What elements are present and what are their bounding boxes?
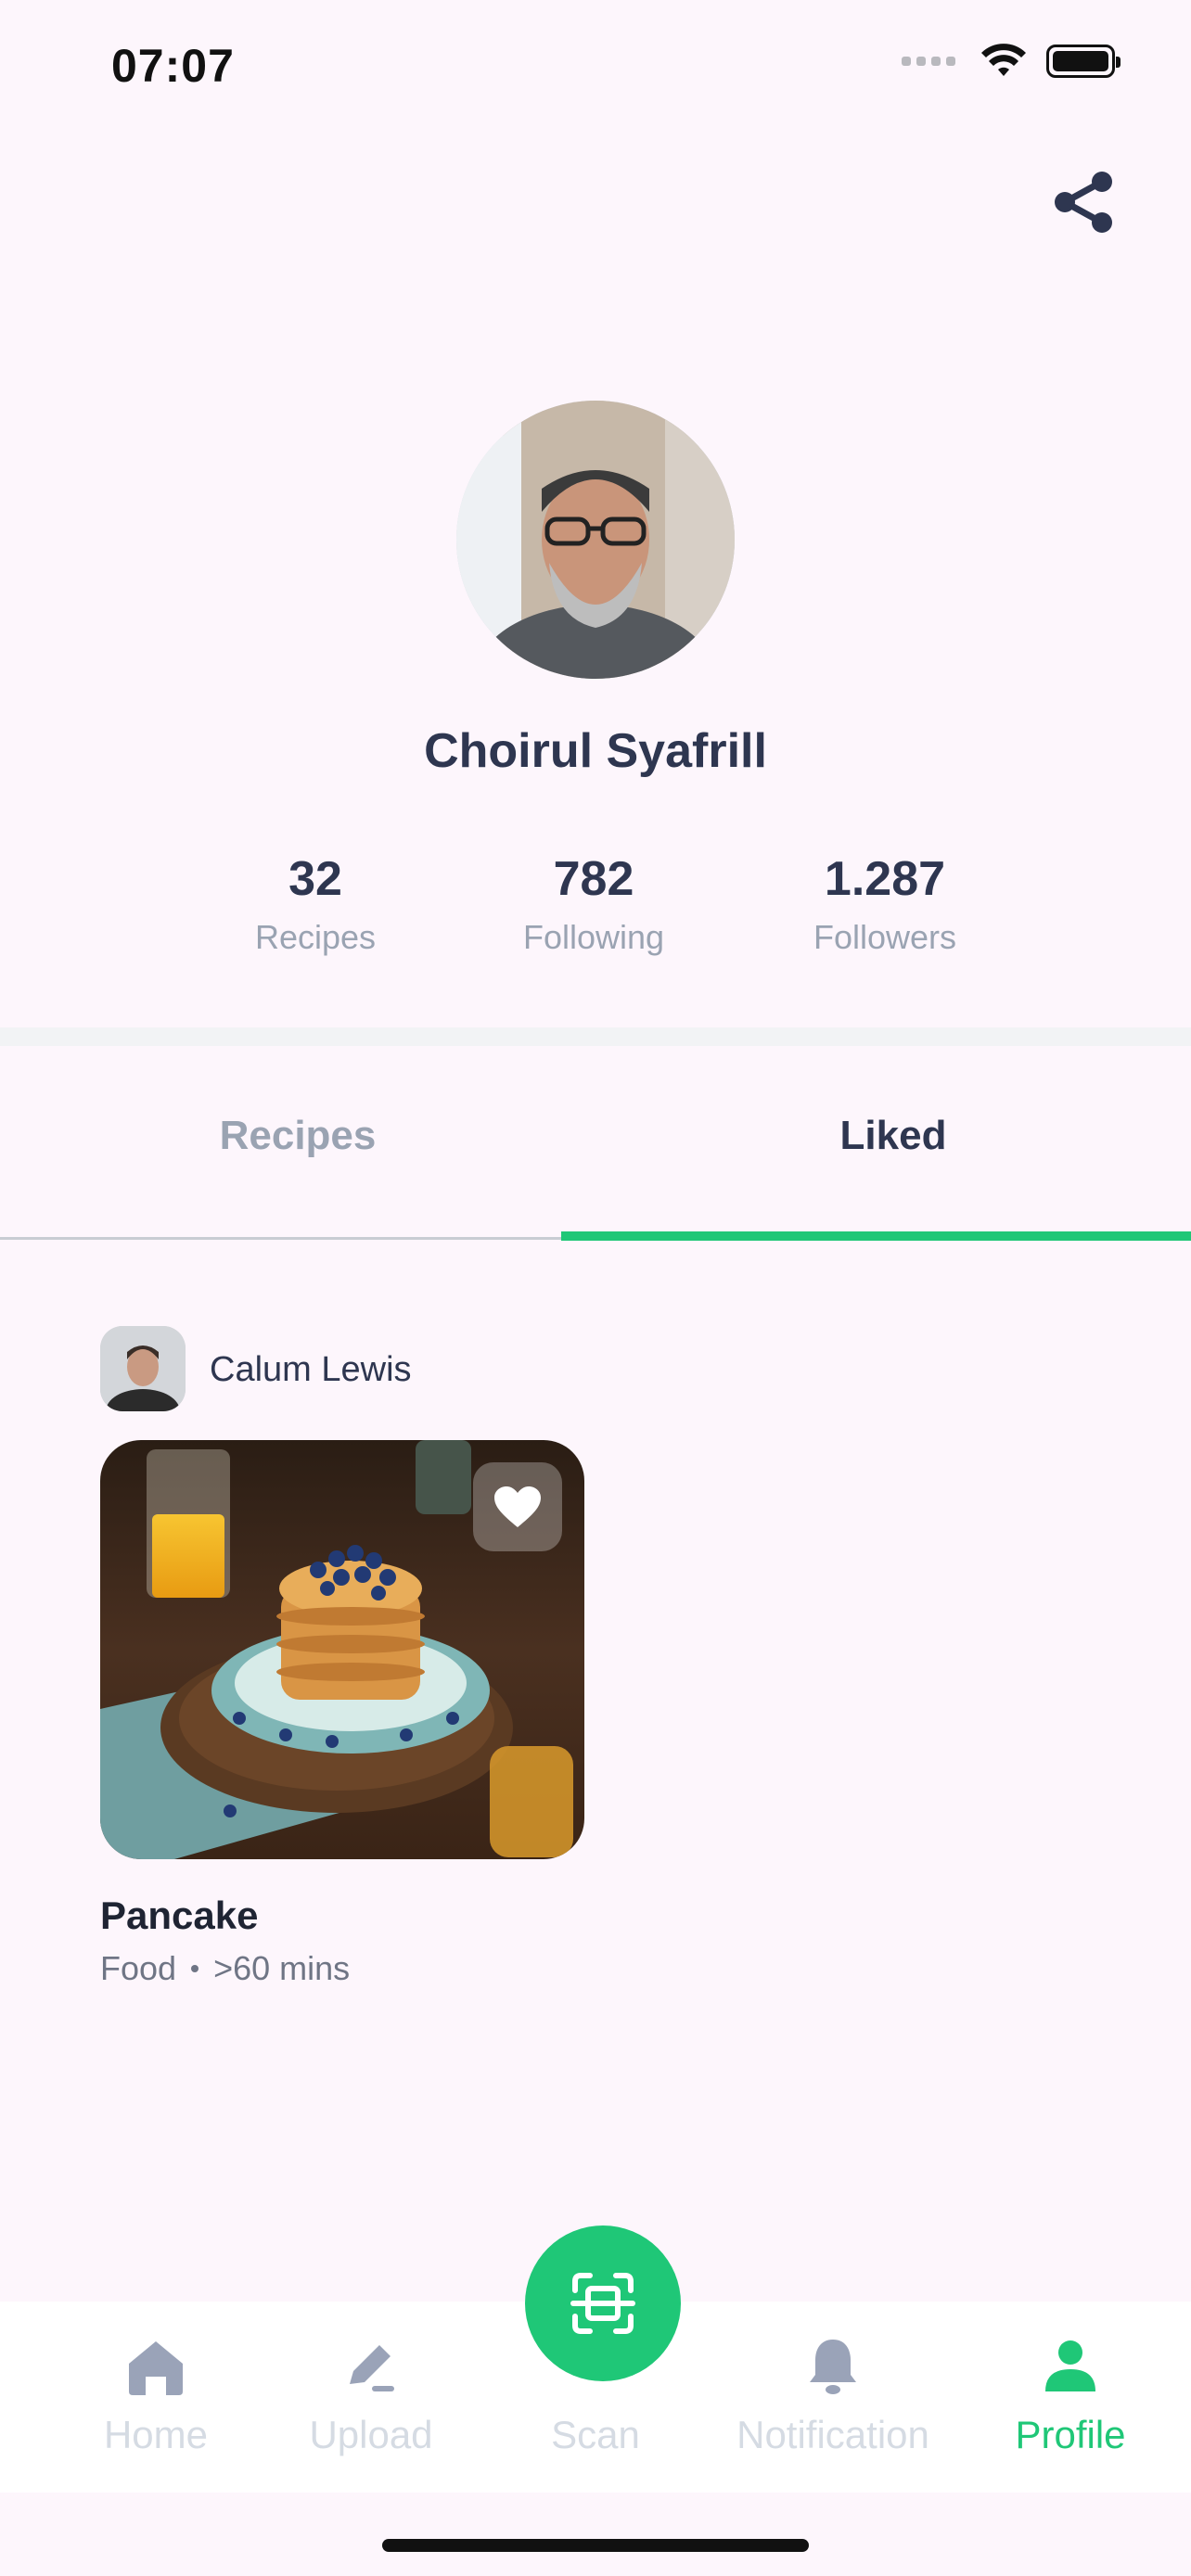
stat-label: Followers xyxy=(813,918,957,956)
nav-home[interactable]: Home xyxy=(45,2302,267,2493)
separator-dot xyxy=(191,1965,199,1972)
home-icon xyxy=(129,2341,183,2395)
scan-button[interactable] xyxy=(525,2225,681,2381)
nav-label: Profile xyxy=(1015,2413,1126,2456)
stat-value: 32 xyxy=(288,852,342,906)
heart-icon xyxy=(494,1486,541,1527)
nav-label: Scan xyxy=(551,2413,640,2456)
profile-name: Choirul Syafrill xyxy=(424,724,767,778)
recipe-title[interactable]: Pancake xyxy=(100,1894,258,1938)
recipe-category: Food xyxy=(100,1949,177,1987)
status-icons xyxy=(902,43,1121,80)
tab-recipes[interactable]: Recipes xyxy=(0,1113,596,1159)
author-name[interactable]: Calum Lewis xyxy=(210,1350,412,1390)
author-photo xyxy=(100,1326,186,1411)
wifi-icon xyxy=(981,44,1026,76)
status-time: 07:07 xyxy=(111,40,235,92)
nav-upload[interactable]: Upload xyxy=(260,2302,482,2493)
stat-value: 1.287 xyxy=(824,852,946,906)
profile-avatar xyxy=(456,401,735,679)
profile-icon xyxy=(1045,2340,1095,2391)
stat-label: Following xyxy=(522,918,665,956)
battery-icon xyxy=(1046,45,1121,78)
home-indicator xyxy=(382,2539,809,2552)
profile-tabs: Recipes Liked xyxy=(0,1113,1191,1243)
tab-liked[interactable]: Liked xyxy=(596,1113,1191,1159)
bell-icon xyxy=(810,2340,856,2394)
nav-label: Upload xyxy=(309,2413,433,2456)
share-icon[interactable] xyxy=(1048,167,1119,237)
nav-notification[interactable]: Notification xyxy=(722,2302,944,2493)
stat-following[interactable]: 782 Following xyxy=(473,851,714,957)
nav-profile[interactable]: Profile xyxy=(959,2302,1182,2493)
edit-pencil-icon xyxy=(350,2345,394,2391)
author-avatar[interactable] xyxy=(100,1326,186,1411)
stat-followers[interactable]: 1.287 Followers xyxy=(764,851,1005,957)
tab-baseline xyxy=(0,1237,561,1240)
nav-label: Home xyxy=(103,2413,209,2456)
stat-recipes[interactable]: 32 Recipes xyxy=(195,851,436,957)
cellular-signal-icon xyxy=(902,57,955,66)
scan-icon xyxy=(570,2273,635,2334)
stat-value: 782 xyxy=(553,852,634,906)
tab-active-indicator xyxy=(561,1231,1191,1241)
recipe-duration: >60 mins xyxy=(213,1949,351,1987)
section-divider xyxy=(0,1027,1191,1046)
profile-photo xyxy=(456,401,735,679)
recipe-meta: Food >60 mins xyxy=(100,1949,350,1988)
stat-label: Recipes xyxy=(254,918,377,956)
nav-label: Notification xyxy=(736,2413,929,2456)
like-button[interactable] xyxy=(473,1462,562,1551)
